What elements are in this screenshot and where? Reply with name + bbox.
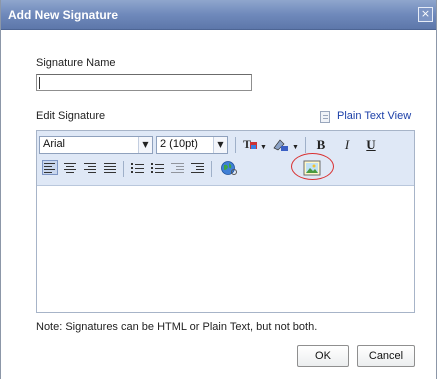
italic-button[interactable]: I (337, 136, 357, 154)
font-family-select[interactable]: Arial ▼ (39, 136, 153, 154)
text-color-icon: T ▼ (243, 137, 267, 151)
bullet-list-button[interactable] (151, 162, 164, 174)
document-icon (320, 111, 330, 123)
numbered-list-button[interactable] (131, 162, 144, 174)
insert-link-button[interactable] (219, 159, 239, 177)
close-button[interactable]: × (418, 7, 433, 22)
edit-signature-label: Edit Signature (36, 110, 106, 122)
dialog-title: Add New Signature (8, 8, 119, 22)
toolbar-separator (235, 137, 236, 153)
editor-toolbar: Arial ▼ 2 (10pt) ▼ T ▼ ▼ B I U (37, 131, 414, 186)
outdent-button[interactable] (171, 162, 184, 174)
font-size-select[interactable]: 2 (10pt) ▼ (156, 136, 228, 154)
plain-text-view-link[interactable]: Plain Text View (337, 110, 411, 122)
svg-text:T: T (243, 137, 251, 151)
cancel-button[interactable]: Cancel (357, 345, 415, 367)
align-left-button[interactable] (42, 160, 58, 175)
align-right-button[interactable] (84, 162, 96, 173)
underline-button[interactable]: U (361, 136, 381, 154)
dialog-titlebar: Add New Signature × (1, 0, 436, 30)
font-family-value: Arial (43, 138, 66, 150)
signature-format-note: Note: Signatures can be HTML or Plain Te… (36, 321, 318, 333)
justify-button[interactable] (104, 162, 116, 173)
indent-button[interactable] (191, 162, 204, 174)
chevron-down-icon: ▼ (213, 137, 227, 153)
close-icon: × (420, 7, 431, 20)
svg-text:▼: ▼ (260, 144, 267, 151)
bold-button[interactable]: B (311, 136, 331, 154)
align-center-button[interactable] (64, 162, 76, 173)
signature-name-input[interactable] (36, 74, 252, 91)
highlight-ring (291, 153, 334, 180)
toolbar-separator (123, 161, 124, 177)
signature-name-label: Signature Name (36, 57, 116, 69)
highlight-color-icon: ▼ (273, 139, 299, 151)
insert-link-globe-icon (221, 161, 237, 175)
font-size-value: 2 (10pt) (160, 138, 198, 150)
ok-button[interactable]: OK (297, 345, 349, 367)
text-color-button[interactable]: T ▼ (241, 136, 269, 154)
signature-editor: Arial ▼ 2 (10pt) ▼ T ▼ ▼ B I U (36, 130, 415, 313)
toolbar-separator (305, 137, 306, 153)
svg-text:▼: ▼ (292, 144, 299, 151)
chevron-down-icon: ▼ (138, 137, 152, 153)
add-signature-dialog: Add New Signature × Signature Name Edit … (0, 0, 437, 379)
signature-body-area[interactable] (37, 187, 414, 312)
highlight-color-button[interactable]: ▼ (271, 136, 301, 154)
toolbar-separator (211, 161, 212, 177)
